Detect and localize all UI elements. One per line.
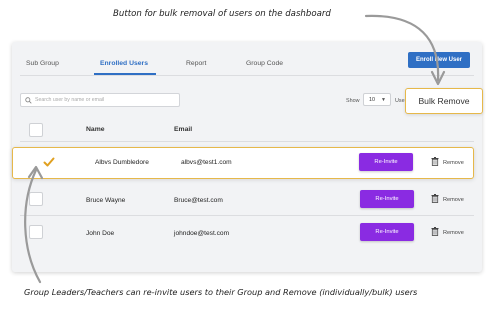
annotation-top: Button for bulk removal of users on the … <box>113 9 331 19</box>
reinvite-button[interactable]: Re-Invite <box>360 190 414 208</box>
tab-report[interactable]: Report <box>186 60 206 67</box>
user-name: John Doe <box>86 230 115 237</box>
tabs-divider <box>20 75 474 76</box>
reinvite-button[interactable]: Re-Invite <box>359 153 413 171</box>
user-email: albvs@test1.com <box>181 159 232 166</box>
trash-icon[interactable] <box>431 157 439 166</box>
header-divider <box>20 141 474 142</box>
chevron-down-icon: ▼ <box>381 97 386 103</box>
table-row: John Doe johndoe@test.com Re-Invite Remo… <box>12 216 482 249</box>
annotation-bottom: Group Leaders/Teachers can re-invite use… <box>24 287 418 297</box>
bulk-remove-button[interactable]: Bulk Remove <box>405 88 483 114</box>
page-size-value: 10 <box>369 96 375 103</box>
screenshot-stage: Button for bulk removal of users on the … <box>0 0 500 314</box>
reinvite-button[interactable]: Re-Invite <box>360 223 414 241</box>
trash-icon[interactable] <box>431 227 439 236</box>
page-size-select[interactable]: 10 ▼ <box>363 93 391 106</box>
user-email: Bruce@test.com <box>174 197 223 204</box>
remove-link[interactable]: Remove <box>443 197 464 203</box>
user-name: Bruce Wayne <box>86 197 126 204</box>
user-name: Albvs Dumbledore <box>95 159 149 166</box>
column-header-email: Email <box>174 126 193 133</box>
search-icon <box>25 96 32 104</box>
tab-sub-group[interactable]: Sub Group <box>26 60 59 67</box>
search-input[interactable] <box>35 97 175 103</box>
column-header-name: Name <box>86 126 105 133</box>
trash-icon[interactable] <box>431 194 439 203</box>
show-label: Show <box>346 98 360 104</box>
enroll-new-user-button[interactable]: Enroll New User <box>408 52 470 68</box>
row-checkbox[interactable] <box>29 192 43 206</box>
select-all-checkbox[interactable] <box>29 123 43 137</box>
user-email: johndoe@test.com <box>174 230 230 237</box>
tab-group-code[interactable]: Group Code <box>246 60 283 67</box>
remove-link[interactable]: Remove <box>443 160 464 166</box>
row-checkbox[interactable] <box>29 225 43 239</box>
remove-link[interactable]: Remove <box>443 230 464 236</box>
table-row-selected: Albvs Dumbledore albvs@test1.com Re-Invi… <box>12 147 474 179</box>
search-box <box>20 93 180 107</box>
check-icon[interactable] <box>43 156 55 168</box>
tab-enrolled-users[interactable]: Enrolled Users <box>100 60 148 67</box>
table-row: Bruce Wayne Bruce@test.com Re-Invite Rem… <box>12 183 482 216</box>
